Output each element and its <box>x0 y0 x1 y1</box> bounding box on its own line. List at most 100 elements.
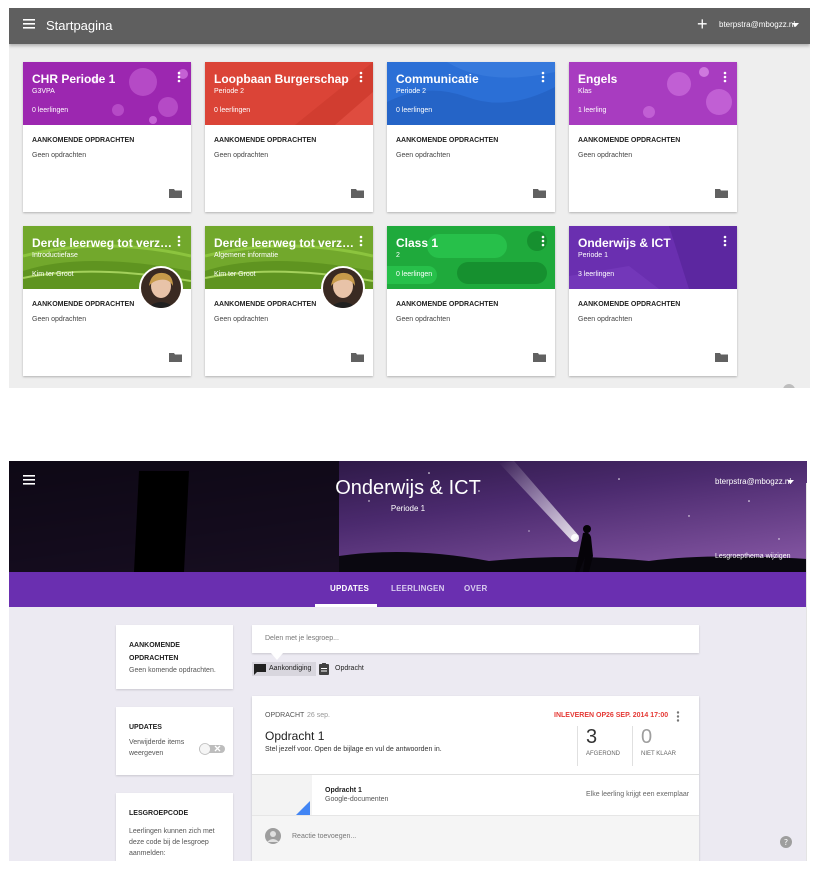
class-header: Onderwijs & ICT Periode 1 bterpstra@mbog… <box>9 461 807 572</box>
class-code-title: LESGROEPCODE <box>129 810 189 817</box>
class-title[interactable]: Class 1 <box>396 236 538 250</box>
more-vert-icon[interactable] <box>177 71 181 83</box>
assignment-post: OPDRACHT 26 sep. INLEVEREN OP 26 SEP. 20… <box>252 696 699 861</box>
more-vert-icon[interactable] <box>723 71 727 83</box>
done-stat[interactable]: 3 AFGEROND <box>586 726 626 757</box>
attachment-note: Elke leerling krijgt een exemplaar <box>586 791 690 798</box>
account-email[interactable]: bterpstra@mbogzz.nl <box>715 477 791 486</box>
more-vert-icon[interactable] <box>359 235 363 247</box>
class-card[interactable]: Derde leerweg tot verzorg... Introductie… <box>23 226 191 376</box>
class-card[interactable]: Communicatie Periode 2 0 leerlingen AANK… <box>387 62 555 212</box>
class-card[interactable]: Class 1 2 0 leerlingen AANKOMENDE OPDRAC… <box>387 226 555 376</box>
assignment-option[interactable]: Opdracht <box>319 662 379 676</box>
class-card[interactable]: Onderwijs & ICT Periode 1 3 leerlingen A… <box>569 226 737 376</box>
class-title[interactable]: Loopbaan Burgerschap <box>214 72 356 86</box>
share-input[interactable]: Delen met je lesgroep... <box>252 625 699 653</box>
more-vert-icon[interactable] <box>676 711 680 722</box>
upcoming-title: AANKOMENDE OPDRACHTEN <box>32 137 135 144</box>
class-card[interactable]: Engels Klas 1 leerling AANKOMENDE OPDRAC… <box>569 62 737 212</box>
class-subtitle: Algemene informatie <box>214 252 279 259</box>
change-theme-link[interactable]: Lesgroepthema wijzigen <box>715 553 791 560</box>
assignment-title[interactable]: Opdracht 1 <box>265 729 324 743</box>
svg-text:?: ? <box>784 838 788 847</box>
folder-icon[interactable] <box>715 352 728 362</box>
folder-icon[interactable] <box>533 352 546 362</box>
class-card[interactable]: CHR Periode 1 G3VPA 0 leerlingen AANKOME… <box>23 62 191 212</box>
class-subtitle: Periode 2 <box>396 88 426 95</box>
done-label: AFGEROND <box>586 751 621 757</box>
home-screen: Startpagina + bterpstra@mbogzz.nl CHR Pe… <box>9 8 810 388</box>
more-vert-icon[interactable] <box>723 235 727 247</box>
class-subtitle: Introductiefase <box>32 252 78 259</box>
not-done-count: 0 <box>641 726 653 748</box>
upcoming-empty: Geen opdrachten <box>396 152 451 159</box>
class-title[interactable]: Engels <box>578 72 720 86</box>
attachment-row[interactable]: Opdracht 1 Google-documenten Elke leerli… <box>252 775 699 815</box>
class-title[interactable]: Derde leerweg tot verzorg... <box>32 236 174 250</box>
upcoming-title: AANKOMENDE OPDRACHTEN <box>214 301 317 308</box>
comment-input[interactable]: Reactie toevoegen... <box>292 833 356 840</box>
class-card[interactable]: Loopbaan Burgerschap Periode 2 0 leerlin… <box>205 62 373 212</box>
assignment-icon <box>319 663 329 675</box>
class-card-header[interactable]: CHR Periode 1 G3VPA 0 leerlingen <box>23 62 191 125</box>
scrollbar[interactable] <box>806 483 807 861</box>
announcement-label: Aankondiging <box>269 665 312 672</box>
class-tabs: UPDATES LEERLINGEN OVER <box>9 572 807 607</box>
upcoming-title-line1: AANKOMENDE <box>129 642 180 649</box>
attachment-title[interactable]: Opdracht 1 <box>325 787 362 794</box>
due-label: INLEVEREN OP <box>554 712 607 719</box>
chevron-down-icon[interactable] <box>787 480 794 484</box>
announcement-option[interactable]: Aankondiging <box>252 662 316 676</box>
upcoming-title-line2: OPDRACHTEN <box>129 655 179 662</box>
tab-over[interactable]: OVER <box>464 584 487 593</box>
class-title[interactable]: Derde leerweg tot verzorg... <box>214 236 356 250</box>
class-subtitle: Periode 1 <box>578 252 608 259</box>
not-done-label: NIET KLAAR <box>641 751 676 757</box>
attachment-thumbnail <box>252 775 312 815</box>
upcoming-empty: Geen opdrachten <box>578 316 633 323</box>
add-icon[interactable]: + <box>697 14 708 34</box>
chevron-down-icon[interactable] <box>792 23 799 27</box>
class-subtitle: Klas <box>578 88 592 95</box>
folder-icon[interactable] <box>533 188 546 198</box>
upcoming-empty: Geen opdrachten <box>578 152 633 159</box>
help-icon[interactable]: ? <box>780 836 792 848</box>
upcoming-empty: Geen opdrachten <box>396 316 451 323</box>
teacher-avatar <box>321 266 365 310</box>
upcoming-empty: Geen opdrachten <box>32 152 87 159</box>
upcoming-title: AANKOMENDE OPDRACHTEN <box>396 137 499 144</box>
tab-updates[interactable]: UPDATES <box>330 584 369 593</box>
class-subtitle: Periode 1 <box>390 504 426 513</box>
not-done-stat[interactable]: 0 NIET KLAAR <box>641 726 691 757</box>
class-title[interactable]: Onderwijs & ICT <box>578 236 720 250</box>
class-card-header[interactable]: Loopbaan Burgerschap Periode 2 0 leerlin… <box>205 62 373 125</box>
class-card[interactable]: Derde leerweg tot verzorg... Algemene in… <box>205 226 373 376</box>
class-title[interactable]: CHR Periode 1 <box>32 72 174 86</box>
class-title: Onderwijs & ICT <box>335 477 481 499</box>
class-card-header[interactable]: Communicatie Periode 2 0 leerlingen <box>387 62 555 125</box>
class-subtitle: 2 <box>396 252 400 259</box>
class-card-header[interactable]: Derde leerweg tot verzorg... Algemene in… <box>205 226 373 310</box>
folder-icon[interactable] <box>715 188 728 198</box>
class-card-header[interactable]: Derde leerweg tot verzorg... Introductie… <box>23 226 191 310</box>
class-card-header[interactable]: Onderwijs & ICT Periode 1 3 leerlingen <box>569 226 737 289</box>
upcoming-title: AANKOMENDE OPDRACHTEN <box>578 137 681 144</box>
folder-icon[interactable] <box>169 188 182 198</box>
more-vert-icon[interactable] <box>541 71 545 83</box>
help-icon[interactable] <box>783 384 795 388</box>
class-card-header[interactable]: Class 1 2 0 leerlingen <box>387 226 555 289</box>
more-vert-icon[interactable] <box>541 235 545 247</box>
class-title[interactable]: Communicatie <box>396 72 538 86</box>
tab-leerlingen[interactable]: LEERLINGEN <box>391 584 445 593</box>
more-vert-icon[interactable] <box>177 235 181 247</box>
show-deleted-toggle[interactable] <box>199 743 225 755</box>
menu-icon[interactable] <box>23 19 35 29</box>
folder-icon[interactable] <box>169 352 182 362</box>
folder-icon[interactable] <box>351 188 364 198</box>
class-card-header[interactable]: Engels Klas 1 leerling <box>569 62 737 125</box>
more-vert-icon[interactable] <box>359 71 363 83</box>
account-email[interactable]: bterpstra@mbogzz.nl <box>719 20 795 29</box>
class-subtitle: G3VPA <box>32 88 55 95</box>
upcoming-empty: Geen opdrachten <box>214 316 269 323</box>
folder-icon[interactable] <box>351 352 364 362</box>
